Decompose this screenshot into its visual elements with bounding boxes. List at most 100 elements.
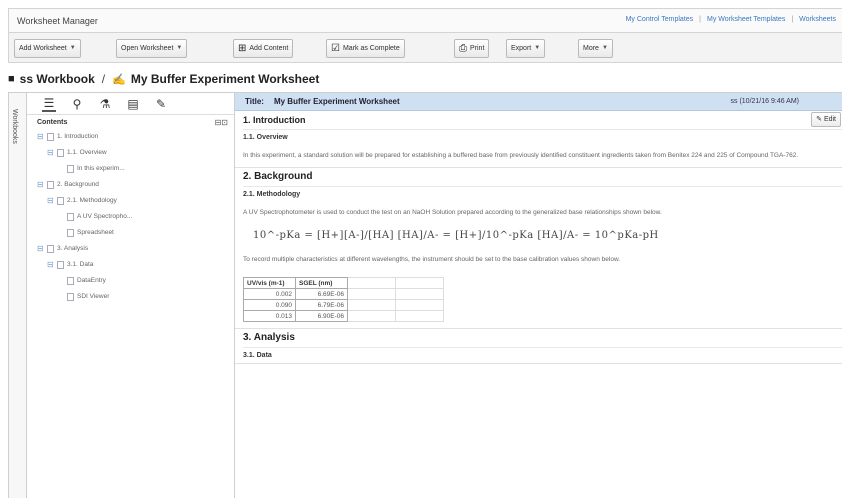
tree-item[interactable]: ⊟ 1.1. Overview <box>27 145 234 161</box>
tree-item[interactable]: ⊟ 2. Background <box>27 177 234 193</box>
document-icon <box>57 261 64 269</box>
binoculars-icon[interactable]: ⚲ <box>70 97 84 111</box>
list-icon[interactable]: ☰ <box>42 96 56 112</box>
subsection-heading: 3.1. Data <box>243 347 842 363</box>
tree-item-label: 1.1. Overview <box>67 149 107 156</box>
pencil-icon: ✎ <box>816 116 822 123</box>
toolbar: Add Worksheet ▼ Open Worksheet ▼ ⊞ Add Cont… <box>8 33 842 63</box>
plus-box-icon: ⊞ <box>238 43 247 54</box>
contents-header: Contents ⊟⊡ <box>27 115 234 129</box>
document-icon <box>57 149 64 157</box>
check-box-icon: ☑ <box>331 43 340 54</box>
tree-item-label: 1. Introduction <box>57 133 99 140</box>
add-worksheet-button[interactable]: Add Worksheet ▼ <box>14 39 81 58</box>
worksheet-title-bar: Title: My Buffer Experiment Worksheet ss… <box>235 93 842 111</box>
link-control-templates[interactable]: My Control Templates <box>626 16 694 23</box>
collapse-icon[interactable]: ⊟ <box>47 145 54 161</box>
app-title: Worksheet Manager <box>17 16 98 26</box>
overview-text: In this experiment, a standard solution … <box>243 152 799 159</box>
mark-complete-button[interactable]: ☑ Mark as Complete <box>326 39 405 58</box>
worksheet-content: Title: My Buffer Experiment Worksheet ss… <box>235 93 842 498</box>
table-cell[interactable]: 0.090 <box>243 299 296 311</box>
tree-item[interactable]: ⊟ 1. Introduction <box>27 129 234 145</box>
table-header: UV/vis (m-1) <box>243 277 296 289</box>
section-heading: 1. Introduction ✎ Edit <box>243 111 842 129</box>
collapse-icon[interactable]: ⊟ <box>47 257 54 273</box>
top-links: My Control Templates | My Worksheet Templa… <box>625 16 836 23</box>
table-body: 0.002 6.69E-06 0.090 6.79E-06 0.013 6.90E-06 <box>243 288 444 322</box>
tree-item[interactable]: ⊟ 3. Analysis <box>27 241 234 257</box>
document-icon <box>67 165 74 173</box>
section-introduction: 1. Introduction ✎ Edit 1.1. Overview In … <box>235 111 842 168</box>
document-icon <box>67 229 74 237</box>
tree-item-label: DataEntry <box>77 277 106 284</box>
table-row: 0.002 6.69E-06 <box>243 288 444 300</box>
tree-item-label: 3. Analysis <box>57 245 89 252</box>
tree-item[interactable]: SDI Viewer <box>27 289 234 305</box>
table-cell[interactable]: 0.013 <box>243 310 296 322</box>
calibration-table: UV/vis (m-1) SGEL (nm) 0.002 6.69E-06 0.09… <box>243 277 444 322</box>
contents-panel: ☰ ⚲ ⚗ ▤ ✎ Contents ⊟⊡ ⊟ 1. Introduction ⊟ 1… <box>27 93 235 498</box>
document-icon <box>67 213 74 221</box>
collapse-icon[interactable]: ⊟ <box>37 177 44 193</box>
worksheet-timestamp: ss (10/21/16 9:46 AM) <box>730 98 799 105</box>
calibration-text: To record multiple characteristics at di… <box>243 256 621 263</box>
edit-button[interactable]: ✎ Edit <box>811 112 841 127</box>
link-worksheets[interactable]: Worksheets <box>799 16 836 23</box>
tree-item[interactable]: ⊟ 2.1. Methodology <box>27 193 234 209</box>
workbooks-side-tab[interactable]: Workbooks <box>9 93 27 498</box>
section-heading: 2. Background <box>243 171 313 182</box>
breadcrumb-workbook[interactable]: ss Workbook <box>20 72 95 86</box>
section-heading: 3. Analysis <box>243 332 295 343</box>
tree-item-label: Spreadsheet <box>77 229 114 236</box>
app-header: Worksheet Manager My Control Templates | M… <box>8 8 842 33</box>
section-background: 2. Background 2.1. Methodology A UV Spec… <box>235 168 842 329</box>
tree-item-label: A UV Spectropho... <box>77 213 133 220</box>
flask-icon[interactable]: ⚗ <box>98 97 112 111</box>
contents-title: Contents <box>37 118 68 126</box>
table-cell[interactable]: 6.79E-06 <box>295 299 348 311</box>
chevron-down-icon: ▼ <box>534 45 541 51</box>
document-icon <box>47 181 54 189</box>
document-icon <box>47 245 54 253</box>
tree-item[interactable]: In this experim... <box>27 161 234 177</box>
book-icon: ■ <box>8 73 15 85</box>
tree-item[interactable]: Spreadsheet <box>27 225 234 241</box>
table-row: 0.013 6.90E-06 <box>243 310 444 322</box>
contents-tree: ⊟ 1. Introduction ⊟ 1.1. Overview In this ex… <box>27 129 234 305</box>
collapse-icon[interactable]: ⊟ <box>37 129 44 145</box>
chevron-down-icon: ▼ <box>601 45 608 51</box>
add-content-button[interactable]: ⊞ Add Content <box>233 39 294 58</box>
tree-item[interactable]: DataEntry <box>27 273 234 289</box>
methodology-text: A UV Spectrophotometer is used to conduc… <box>243 209 662 216</box>
breadcrumb-worksheet: My Buffer Experiment Worksheet <box>130 72 320 86</box>
link-worksheet-templates[interactable]: My Worksheet Templates <box>707 16 785 23</box>
tree-item[interactable]: A UV Spectropho... <box>27 209 234 225</box>
worksheet-title: My Buffer Experiment Worksheet <box>273 97 400 106</box>
printer-icon: ⎙ <box>459 43 467 54</box>
tree-item[interactable]: ⊟ 3.1. Data <box>27 257 234 273</box>
table-row: 0.090 6.79E-06 <box>243 299 444 311</box>
table-cell[interactable]: 6.69E-06 <box>295 288 348 300</box>
table-cell[interactable]: 6.90E-06 <box>295 310 348 322</box>
attachment-icon[interactable]: ✎ <box>154 97 168 111</box>
tree-item-label: In this experim... <box>77 165 125 172</box>
document-icon <box>67 293 74 301</box>
subsection-heading: 1.1. Overview <box>243 129 842 145</box>
worksheet-icon: ✍ <box>112 73 126 86</box>
subsection-heading: 2.1. Methodology <box>243 186 842 202</box>
side-tab-label: Workbooks <box>11 109 18 144</box>
collapse-icon[interactable]: ⊟ <box>37 241 44 257</box>
print-button[interactable]: ⎙ Print <box>454 39 490 58</box>
table-cell[interactable]: 0.002 <box>243 288 296 300</box>
document-icon <box>57 197 64 205</box>
collapse-icon[interactable]: ⊟ <box>47 193 54 209</box>
collapse-all-icon[interactable]: ⊟⊡ <box>215 118 228 127</box>
open-worksheet-button[interactable]: Open Worksheet ▼ <box>116 39 188 58</box>
export-button[interactable]: Export ▼ <box>506 39 546 58</box>
equation: 10^-pKa = [H+][A-]/[HA] [HA]/A- = [H+]/1… <box>253 230 659 241</box>
notes-icon[interactable]: ▤ <box>126 97 140 111</box>
chevron-down-icon: ▼ <box>176 45 183 51</box>
more-button[interactable]: More ▼ <box>578 39 613 58</box>
title-label: Title: <box>245 97 264 106</box>
